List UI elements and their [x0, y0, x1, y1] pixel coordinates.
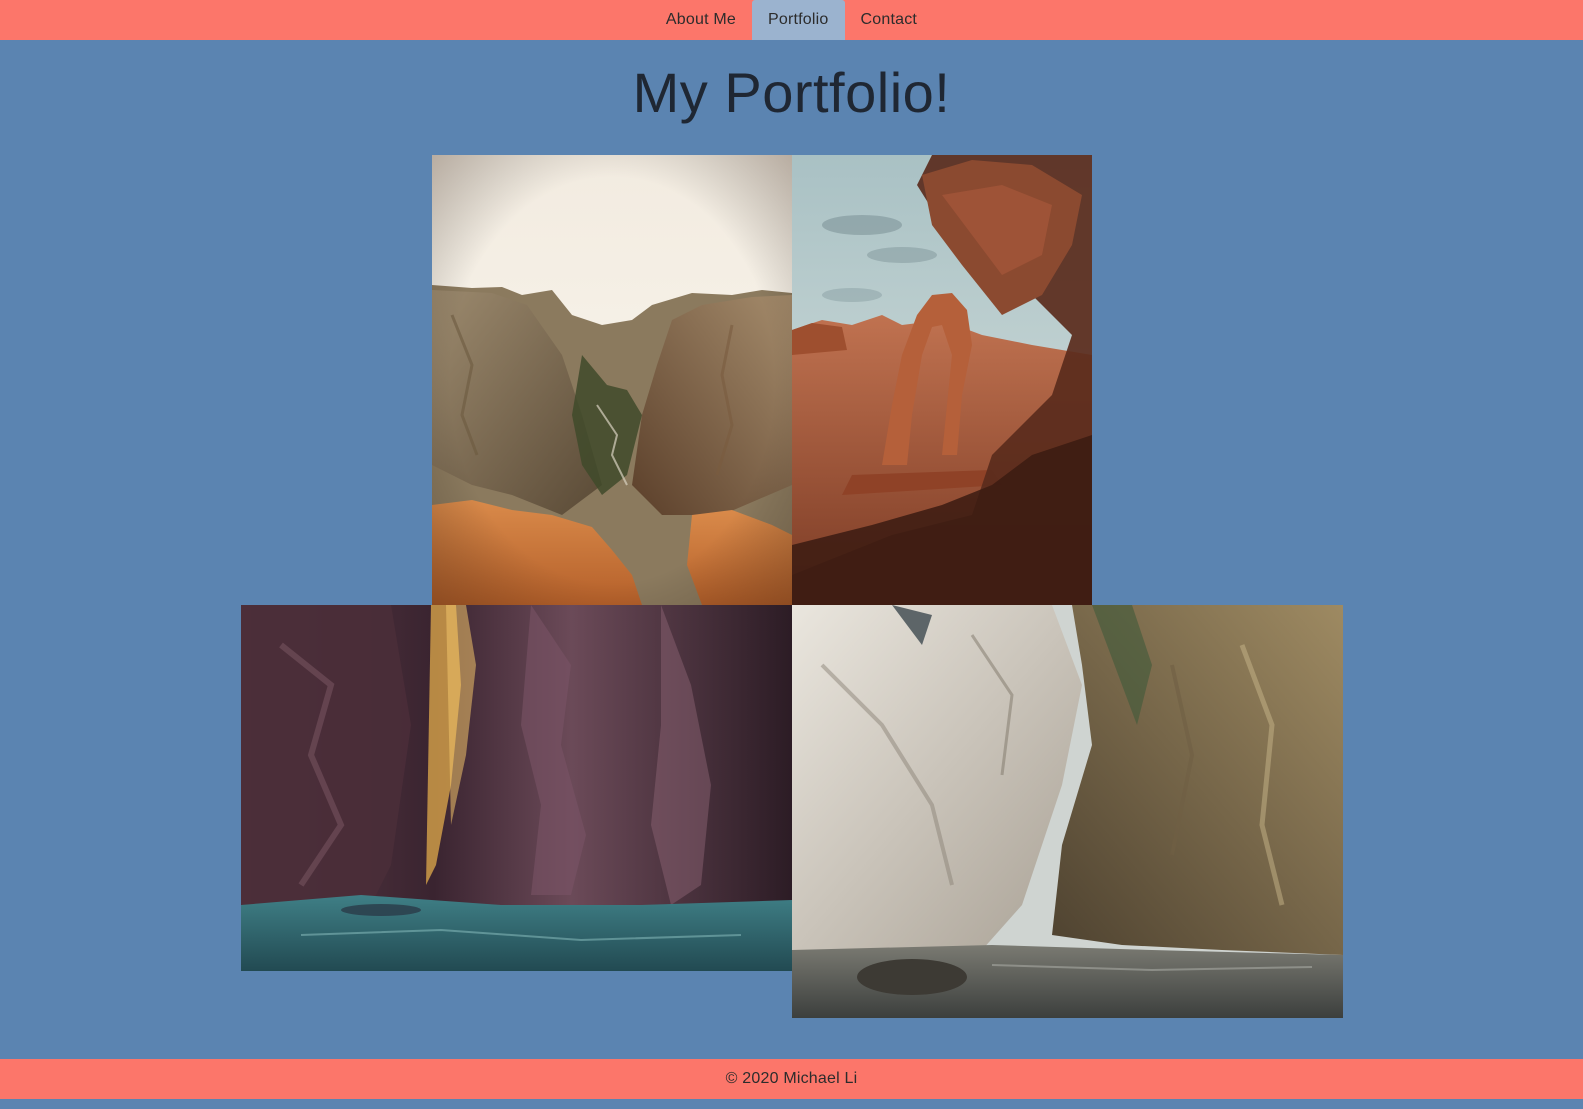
narrows-dark-image	[241, 605, 792, 971]
nav-link-contact[interactable]: Contact	[845, 0, 934, 40]
footer: © 2020 Michael Li	[0, 1059, 1583, 1099]
photo-delicate-arch	[792, 155, 1092, 605]
photo-narrows-dark	[241, 605, 792, 971]
footer-copyright: © 2020 Michael Li	[725, 1070, 858, 1087]
photo-canyon-overlook	[432, 155, 792, 605]
canyon-overlook-image	[432, 155, 792, 605]
nav-link-portfolio[interactable]: Portfolio	[752, 0, 845, 40]
photo-narrows-light	[792, 605, 1343, 1018]
page-title: My Portfolio!	[632, 61, 951, 124]
nav-link-about-me[interactable]: About Me	[650, 0, 752, 40]
narrows-light-image	[792, 605, 1343, 1018]
delicate-arch-image	[792, 155, 1092, 605]
top-navigation: About Me Portfolio Contact	[0, 0, 1583, 40]
